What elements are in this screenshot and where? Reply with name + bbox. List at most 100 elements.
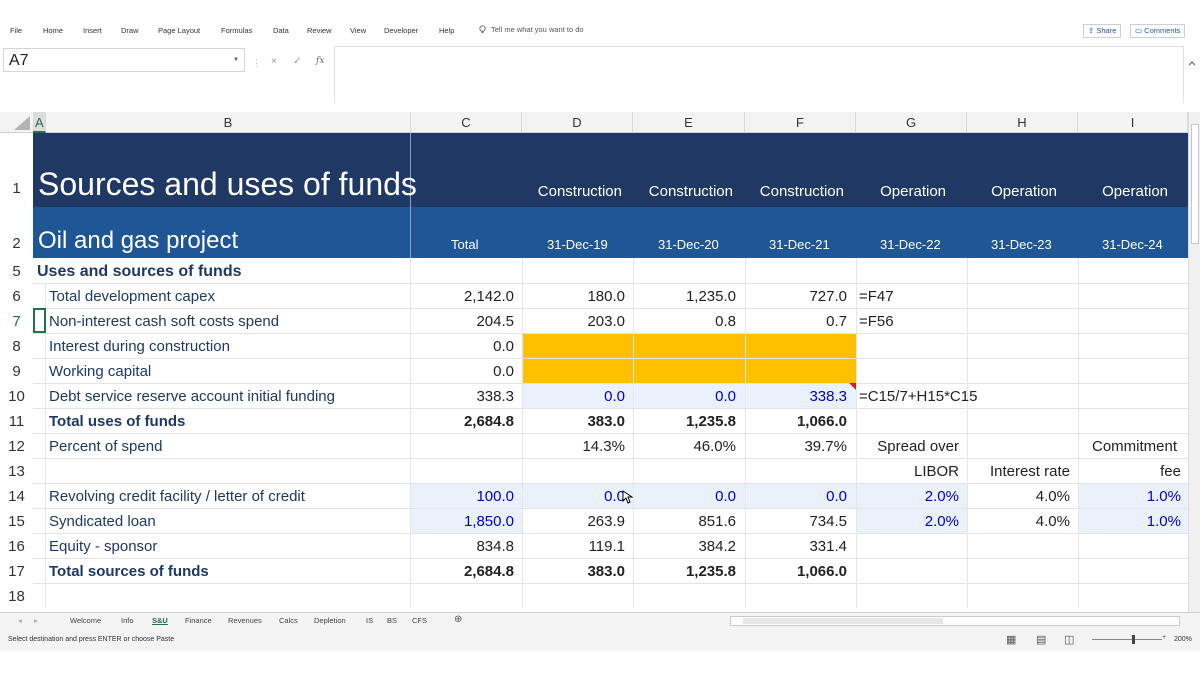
- cell-f17[interactable]: 1,066.0: [745, 563, 847, 580]
- zoom-slider[interactable]: [1092, 639, 1162, 640]
- col-header-b[interactable]: B: [46, 112, 411, 133]
- cell-d15[interactable]: 263.9: [522, 513, 625, 530]
- share-button[interactable]: ⇪ Share: [1083, 24, 1122, 38]
- cell-h15[interactable]: 4.0%: [967, 513, 1070, 530]
- row-label[interactable]: Syndicated loan: [49, 513, 156, 530]
- row-label[interactable]: Interest during construction: [49, 338, 230, 355]
- row-number[interactable]: 14: [0, 488, 33, 505]
- col-header-g[interactable]: G: [856, 112, 967, 133]
- cell-e6[interactable]: 1,235.0: [633, 288, 736, 305]
- cell-d11[interactable]: 383.0: [522, 413, 625, 430]
- tab-formulas[interactable]: Formulas: [221, 26, 252, 35]
- row-number[interactable]: 7: [0, 313, 33, 330]
- row-label[interactable]: Total development capex: [49, 288, 215, 305]
- cell-c15[interactable]: 1,850.0: [411, 513, 514, 530]
- cell-e12[interactable]: 46.0%: [633, 438, 736, 455]
- cell-f12[interactable]: 39.7%: [745, 438, 847, 455]
- row-label[interactable]: Percent of spend: [49, 438, 162, 455]
- cell-d16[interactable]: 119.1: [522, 538, 625, 555]
- cell-c17[interactable]: 2,684.8: [411, 563, 514, 580]
- row-number[interactable]: 10: [0, 388, 33, 405]
- cell-g12[interactable]: Spread over: [856, 438, 959, 455]
- row-number[interactable]: 15: [0, 513, 33, 530]
- cell-f10[interactable]: 338.3: [745, 388, 847, 405]
- cell-g14[interactable]: 2.0%: [856, 488, 959, 505]
- tell-me-box[interactable]: Tell me what you want to do: [478, 25, 584, 34]
- vertical-scrollbar[interactable]: [1188, 112, 1200, 612]
- cell-g10[interactable]: =C15/7+H15*C15: [859, 388, 977, 405]
- row-label[interactable]: Non-interest cash soft costs spend: [49, 313, 279, 330]
- row-number[interactable]: 9: [0, 363, 33, 380]
- sheet-tab-welcome[interactable]: Welcome: [70, 616, 101, 625]
- cell-d17[interactable]: 383.0: [522, 563, 625, 580]
- cell-c9[interactable]: 0.0: [411, 363, 514, 380]
- cell-e14[interactable]: 0.0: [633, 488, 736, 505]
- row-number[interactable]: 16: [0, 538, 33, 555]
- page-layout-icon[interactable]: ▤: [1036, 633, 1046, 646]
- cell-i13[interactable]: fee: [1078, 463, 1181, 480]
- cell-h13[interactable]: Interest rate: [967, 463, 1070, 480]
- tab-review[interactable]: Review: [307, 26, 332, 35]
- col-header-f[interactable]: F: [745, 112, 856, 133]
- tab-scroll-left-icon[interactable]: ◂: [18, 616, 22, 625]
- row-label[interactable]: Working capital: [49, 363, 151, 380]
- cell-f7[interactable]: 0.7: [745, 313, 847, 330]
- cell-e16[interactable]: 384.2: [633, 538, 736, 555]
- sheet-tab-info[interactable]: Info: [121, 616, 134, 625]
- cell-d6[interactable]: 180.0: [522, 288, 625, 305]
- formula-input[interactable]: [334, 46, 1184, 103]
- cancel-icon[interactable]: ×: [271, 56, 277, 67]
- cell-e7[interactable]: 0.8: [633, 313, 736, 330]
- cell-f16[interactable]: 331.4: [745, 538, 847, 555]
- col-header-i[interactable]: I: [1078, 112, 1188, 133]
- tab-page-layout[interactable]: Page Layout: [158, 26, 200, 35]
- tab-help[interactable]: Help: [439, 26, 454, 35]
- row-label[interactable]: Revolving credit facility / letter of cr…: [49, 488, 305, 505]
- zoom-level[interactable]: 200%: [1174, 636, 1192, 643]
- cell-f11[interactable]: 1,066.0: [745, 413, 847, 430]
- comments-button[interactable]: ▭ Comments: [1130, 24, 1186, 38]
- cell-g6[interactable]: =F47: [859, 288, 894, 305]
- sheet-tab-calcs[interactable]: Calcs: [279, 616, 298, 625]
- row-label[interactable]: Total uses of funds: [49, 413, 185, 430]
- cell-e11[interactable]: 1,235.8: [633, 413, 736, 430]
- cell-c10[interactable]: 338.3: [411, 388, 514, 405]
- tab-file[interactable]: File: [10, 26, 22, 35]
- h-scrollbar-thumb[interactable]: [743, 618, 943, 624]
- sheet-tab-finance[interactable]: Finance: [185, 616, 212, 625]
- cell-g13[interactable]: LIBOR: [856, 463, 959, 480]
- sheet-tab-is[interactable]: IS: [366, 616, 373, 625]
- comment-indicator-icon[interactable]: [849, 383, 856, 390]
- cell-e17[interactable]: 1,235.8: [633, 563, 736, 580]
- col-header-a[interactable]: A: [33, 112, 46, 133]
- row-number[interactable]: 1: [0, 180, 33, 197]
- section-heading[interactable]: Uses and sources of funds: [37, 263, 242, 281]
- cell-h14[interactable]: 4.0%: [967, 488, 1070, 505]
- cell-f6[interactable]: 727.0: [745, 288, 847, 305]
- row-label[interactable]: Equity - sponsor: [49, 538, 157, 555]
- row-label[interactable]: Debt service reserve account initial fun…: [49, 388, 335, 405]
- cell-i12[interactable]: Commitment: [1078, 438, 1177, 455]
- cell-d10[interactable]: 0.0: [522, 388, 625, 405]
- tab-insert[interactable]: Insert: [83, 26, 102, 35]
- row-number[interactable]: 12: [0, 438, 33, 455]
- tab-scroll-right-icon[interactable]: ▸: [34, 616, 38, 625]
- col-header-e[interactable]: E: [633, 112, 745, 133]
- row-number[interactable]: 13: [0, 463, 33, 480]
- row-number[interactable]: 5: [0, 263, 33, 280]
- row-number[interactable]: 8: [0, 338, 33, 355]
- tab-data[interactable]: Data: [273, 26, 289, 35]
- cell-c16[interactable]: 834.8: [411, 538, 514, 555]
- sheet-tab-depletion[interactable]: Depletion: [314, 616, 346, 625]
- sheet-tab-su[interactable]: S&U: [152, 616, 168, 625]
- zoom-in-icon[interactable]: +: [1162, 634, 1166, 641]
- add-sheet-icon[interactable]: ⊕: [454, 614, 462, 625]
- tab-developer[interactable]: Developer: [384, 26, 418, 35]
- name-box[interactable]: A7 ▼: [3, 48, 245, 72]
- row-number[interactable]: 11: [0, 413, 33, 430]
- cell-g7[interactable]: =F56: [859, 313, 894, 330]
- cell-c6[interactable]: 2,142.0: [411, 288, 514, 305]
- cell-d14[interactable]: 0.0: [522, 488, 625, 505]
- enter-icon[interactable]: ✓: [293, 56, 301, 67]
- cell-f15[interactable]: 734.5: [745, 513, 847, 530]
